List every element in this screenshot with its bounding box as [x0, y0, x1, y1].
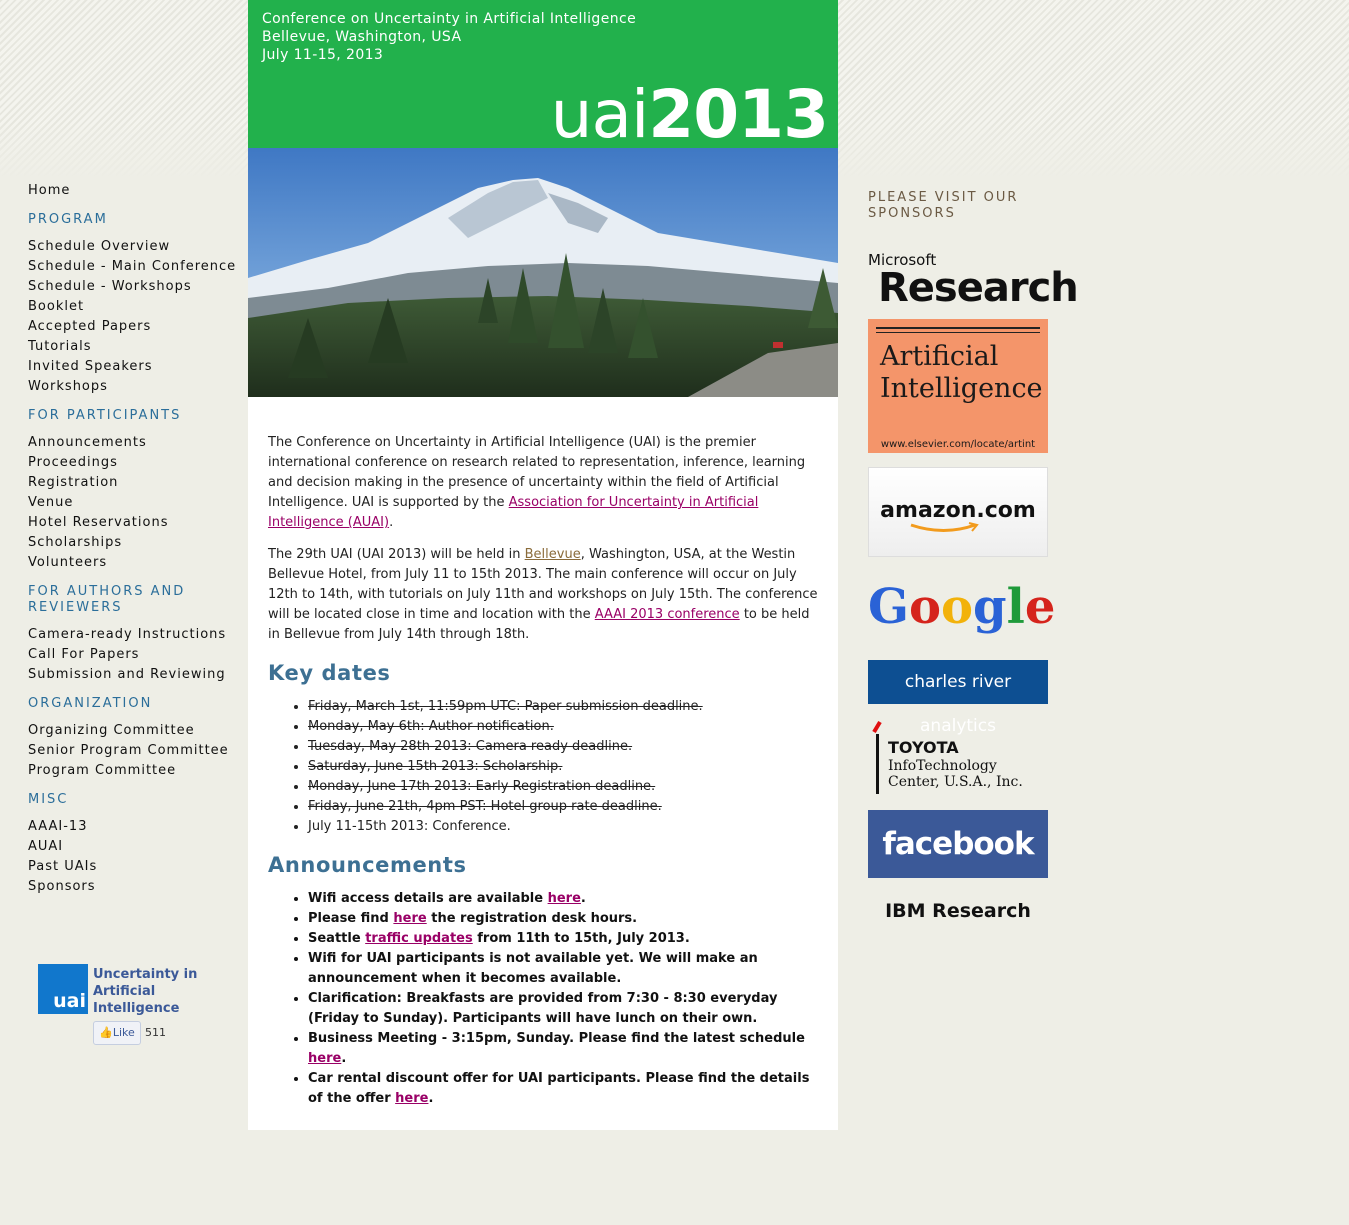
nav-item[interactable]: Invited Speakers [28, 357, 243, 377]
authors-list: Camera-ready Instructions Call For Papers… [28, 625, 243, 685]
announcement-item: Car rental discount offer for UAI partic… [308, 1069, 820, 1109]
artificial-intelligence-journal-logo[interactable]: Artificial Intelligence www.elsevier.com/… [868, 319, 1048, 453]
like-label: Like [112, 1026, 135, 1039]
charles-river-analytics-logo[interactable]: charles river analytics [868, 660, 1048, 736]
announcement-item: Please find here the registration desk h… [308, 909, 820, 929]
key-date-item: Friday, March 1st, 11:59pm UTC: Paper su… [308, 697, 820, 717]
facebook-like-box: uai Uncertainty in Artificial Intelligen… [38, 964, 238, 1054]
key-date-item: Tuesday, May 28th 2013: Camera ready dea… [308, 737, 820, 757]
nav-item[interactable]: Announcements [28, 433, 243, 453]
uai-page-logo[interactable]: uai [38, 964, 88, 1014]
ibm-research-logo[interactable]: IBM Research [868, 896, 1048, 926]
announcement-item: Seattle traffic updates from 11th to 15t… [308, 929, 820, 949]
main-content-panel: The Conference on Uncertainty in Artific… [248, 397, 838, 1130]
nav-item[interactable]: Volunteers [28, 553, 243, 573]
key-date-item: Monday, May 6th: Author notification. [308, 717, 820, 737]
key-dates-heading: Key dates [268, 661, 391, 685]
key-date-item: Friday, June 21th, 4pm PST: Hotel group … [308, 797, 820, 817]
announcement-item: Clarification: Breakfasts are provided f… [308, 989, 820, 1029]
google-logo[interactable]: Google [868, 572, 1055, 642]
nav-item[interactable]: Schedule - Workshops [28, 277, 243, 297]
nav-heading-authors: FOR AUTHORS AND REVIEWERS [28, 584, 186, 615]
announcement-link[interactable]: here [393, 911, 426, 926]
nav-home[interactable]: Home [28, 181, 243, 201]
misc-list: AAAI-13 AUAI Past UAIs Sponsors [28, 817, 243, 897]
nav-item[interactable]: AAAI-13 [28, 817, 243, 837]
announcement-link[interactable]: here [308, 1051, 341, 1066]
announcement-item: Wifi for UAI participants is not availab… [308, 949, 820, 989]
sponsors-column: PLEASE VISIT OUR SPONSORS Microsoft Rese… [868, 190, 1079, 922]
nav-item[interactable]: Schedule - Main Conference [28, 257, 243, 277]
announcements-heading: Announcements [268, 853, 467, 877]
nav-item[interactable]: Accepted Papers [28, 317, 243, 337]
nav-item[interactable]: Hotel Reservations [28, 513, 243, 533]
nav-item[interactable]: Senior Program Committee [28, 741, 243, 761]
nav-item[interactable]: Schedule Overview [28, 237, 243, 257]
nav-heading-program: PROGRAM [28, 212, 108, 227]
nav-item[interactable]: Proceedings [28, 453, 243, 473]
participants-list: Announcements Proceedings Registration Venu… [28, 433, 243, 573]
sponsors-heading: PLEASE VISIT OUR SPONSORS [868, 190, 1019, 221]
intro-paragraph-2: The 29th UAI (UAI 2013) will be held in … [268, 547, 818, 642]
nav-item[interactable]: Past UAIs [28, 857, 243, 877]
nav-item[interactable]: Call For Papers [28, 645, 243, 665]
nav-item[interactable]: Workshops [28, 377, 243, 397]
conference-location: Bellevue, Washington, USA [262, 29, 462, 45]
nav-item[interactable]: Booklet [28, 297, 243, 317]
conference-name: Conference on Uncertainty in Artificial … [262, 11, 637, 27]
nav-item[interactable]: Sponsors [28, 877, 243, 897]
facebook-logo[interactable]: facebook [868, 810, 1048, 878]
nav-item[interactable]: Camera-ready Instructions [28, 625, 243, 645]
nav-item[interactable]: Scholarships [28, 533, 243, 553]
facebook-page-name[interactable]: Uncertainty in Artificial Intelligence [93, 966, 223, 1017]
nav-item[interactable]: Organizing Committee [28, 721, 243, 741]
announcement-link[interactable]: here [548, 891, 581, 906]
program-list: Schedule Overview Schedule - Main Confere… [28, 237, 243, 397]
announcement-link[interactable]: here [395, 1091, 428, 1106]
announcement-item: Business Meeting - 3:15pm, Sunday. Pleas… [308, 1029, 820, 1069]
nav-item[interactable]: Submission and Reviewing [28, 665, 243, 685]
nav-heading-organization: ORGANIZATION [28, 696, 153, 711]
nav-item[interactable]: AUAI [28, 837, 243, 857]
key-date-item: July 11-15th 2013: Conference. [308, 817, 820, 837]
organization-list: Organizing Committee Senior Program Commi… [28, 721, 243, 781]
key-date-item: Saturday, June 15th 2013: Scholarship. [308, 757, 820, 777]
nav-heading-misc: MISC [28, 792, 69, 807]
uai2013-logo[interactable]: uai2013 [551, 76, 829, 154]
announcement-item: Wifi access details are available here. [308, 889, 820, 909]
nav-item[interactable]: Program Committee [28, 761, 243, 781]
microsoft-research-logo[interactable]: Microsoft Research [868, 252, 1079, 308]
aaai-2013-link[interactable]: AAAI 2013 conference [595, 607, 740, 622]
bellevue-link[interactable]: Bellevue [525, 547, 581, 562]
left-navigation: Home PROGRAM Schedule Overview Schedule -… [28, 181, 243, 897]
conference-dates: July 11-15, 2013 [262, 47, 384, 63]
intro-paragraph-1: The Conference on Uncertainty in Artific… [268, 435, 806, 530]
nav-item[interactable]: Registration [28, 473, 243, 493]
amazon-logo[interactable]: amazon.com [868, 467, 1048, 557]
announcement-link[interactable]: traffic updates [365, 931, 473, 946]
site-header: Conference on Uncertainty in Artificial … [248, 0, 838, 153]
facebook-like-button[interactable]: 👍Like [93, 1021, 141, 1045]
thumbs-up-icon: 👍 [99, 1026, 113, 1039]
nav-item[interactable]: Venue [28, 493, 243, 513]
key-date-item: Monday, June 17th 2013: Early Registrati… [308, 777, 820, 797]
key-dates-list: Friday, March 1st, 11:59pm UTC: Paper su… [268, 697, 820, 837]
mount-rainier-banner-image [248, 148, 838, 397]
nav-item[interactable]: Tutorials [28, 337, 243, 357]
announcements-list: Wifi access details are available here.P… [268, 889, 820, 1109]
nav-heading-participants: FOR PARTICIPANTS [28, 408, 182, 423]
like-count: 511 [145, 1026, 166, 1039]
toyota-infotechnology-logo[interactable]: TOYOTA InfoTechnology Center, U.S.A., In… [868, 720, 1048, 796]
